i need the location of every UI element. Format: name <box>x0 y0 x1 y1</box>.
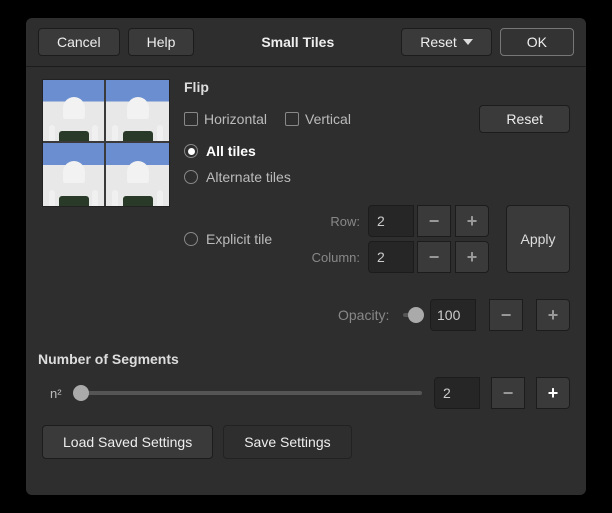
opacity-decrement-button[interactable]: − <box>489 299 523 331</box>
column-increment-button[interactable]: + <box>455 241 489 273</box>
opacity-slider-thumb[interactable] <box>408 307 424 323</box>
segments-input[interactable] <box>434 377 480 409</box>
segments-section-title: Number of Segments <box>38 351 570 367</box>
row-input[interactable] <box>368 205 414 237</box>
reset-menu-button[interactable]: Reset <box>401 28 492 56</box>
radio-icon <box>184 232 198 246</box>
n-squared-label: n² <box>50 386 62 401</box>
cancel-button[interactable]: Cancel <box>38 28 120 56</box>
radio-explicit-label: Explicit tile <box>206 231 272 247</box>
row-label: Row: <box>312 214 364 229</box>
column-label: Column: <box>312 250 364 265</box>
radio-icon <box>184 144 198 158</box>
radio-alt-label: Alternate tiles <box>206 169 291 185</box>
column-decrement-button[interactable]: − <box>417 241 451 273</box>
save-settings-button[interactable]: Save Settings <box>223 425 351 459</box>
reset-label: Reset <box>420 34 457 50</box>
dialog-window: Cancel Help Small Tiles Reset OK Flip <box>26 18 586 495</box>
load-settings-button[interactable]: Load Saved Settings <box>42 425 213 459</box>
segments-slider-thumb[interactable] <box>73 385 89 401</box>
vertical-checkbox[interactable]: Vertical <box>285 111 351 127</box>
radio-icon <box>184 170 198 184</box>
row-increment-button[interactable]: + <box>455 205 489 237</box>
flip-mode-radiogroup: All tiles Alternate tiles Explicit tile … <box>184 143 570 273</box>
checkbox-icon <box>184 112 198 126</box>
opacity-label: Opacity: <box>338 307 389 323</box>
flip-reset-button[interactable]: Reset <box>479 105 570 133</box>
preview-thumbnail <box>42 79 170 207</box>
vertical-label: Vertical <box>305 111 351 127</box>
segments-slider[interactable] <box>74 391 422 395</box>
segments-increment-button[interactable]: + <box>536 377 570 409</box>
help-button[interactable]: Help <box>128 28 195 56</box>
radio-explicit-tile[interactable]: Explicit tile <box>184 231 272 247</box>
checkbox-icon <box>285 112 299 126</box>
horizontal-checkbox[interactable]: Horizontal <box>184 111 267 127</box>
column-input[interactable] <box>368 241 414 273</box>
row-decrement-button[interactable]: − <box>417 205 451 237</box>
horizontal-label: Horizontal <box>204 111 267 127</box>
radio-alternate-tiles[interactable]: Alternate tiles <box>184 169 570 185</box>
apply-label: Apply <box>520 231 555 247</box>
opacity-input[interactable] <box>430 299 476 331</box>
opacity-increment-button[interactable]: + <box>536 299 570 331</box>
titlebar: Cancel Help Small Tiles Reset OK <box>26 18 586 67</box>
flip-section-title: Flip <box>184 79 570 95</box>
apply-button[interactable]: Apply <box>506 205 570 273</box>
dialog-body: Flip Horizontal Vertical Reset <box>26 67 586 475</box>
opacity-slider[interactable] <box>403 313 416 317</box>
chevron-down-icon <box>463 39 473 45</box>
segments-decrement-button[interactable]: − <box>491 377 525 409</box>
radio-all-tiles[interactable]: All tiles <box>184 143 570 159</box>
ok-button[interactable]: OK <box>500 28 574 56</box>
radio-all-label: All tiles <box>206 143 256 159</box>
dialog-title: Small Tiles <box>261 34 334 50</box>
